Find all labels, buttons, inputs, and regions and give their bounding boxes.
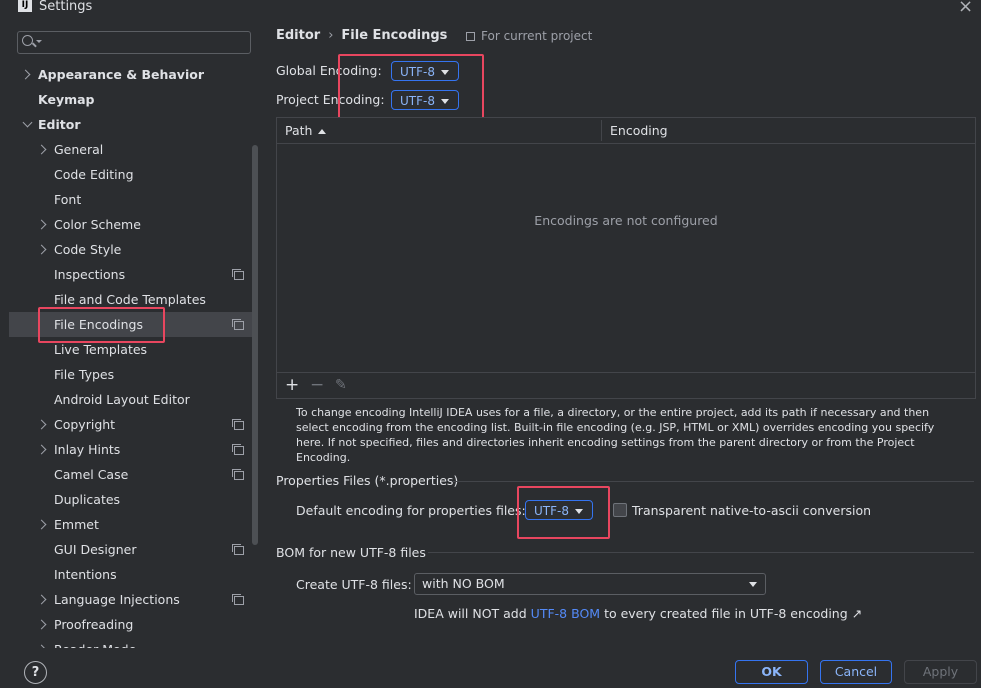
chevron-down-icon bbox=[749, 582, 757, 587]
project-encoding-label: Project Encoding: bbox=[276, 92, 385, 107]
properties-section-title: Properties Files (*.properties) bbox=[276, 473, 459, 488]
sidebar-item-language-injections[interactable]: Language Injections bbox=[0, 587, 258, 612]
chevron-down-icon bbox=[22, 117, 33, 128]
chevron-right-icon bbox=[36, 244, 47, 255]
transparent-conversion-checkbox[interactable] bbox=[613, 503, 627, 517]
transparent-conversion-label[interactable]: Transparent native-to-ascii conversion bbox=[632, 503, 871, 518]
table-header: Path Encoding bbox=[277, 118, 975, 144]
chevron-right-icon bbox=[36, 644, 47, 648]
properties-encoding-dropdown[interactable]: UTF-8 bbox=[525, 500, 593, 520]
sidebar-item-proofreading[interactable]: Proofreading bbox=[0, 612, 258, 637]
breadcrumb: Editor › File Encodings bbox=[276, 28, 447, 43]
project-scope-icon bbox=[466, 32, 475, 41]
search-input[interactable] bbox=[44, 33, 248, 52]
project-scope-icon bbox=[232, 319, 244, 330]
sidebar-item-intentions[interactable]: Intentions bbox=[0, 562, 258, 587]
chevron-right-icon bbox=[36, 419, 47, 430]
column-header-path[interactable]: Path bbox=[285, 118, 327, 143]
section-divider bbox=[452, 481, 974, 482]
project-scope-icon bbox=[232, 419, 244, 430]
sidebar-item-live-templates[interactable]: Live Templates bbox=[0, 337, 258, 362]
sidebar-item-code-style[interactable]: Code Style bbox=[0, 237, 258, 262]
ok-button[interactable]: OK bbox=[735, 660, 808, 684]
search-icon bbox=[22, 35, 33, 46]
project-encoding-dropdown[interactable]: UTF-8 bbox=[391, 90, 459, 110]
add-icon[interactable]: + bbox=[285, 375, 299, 395]
chevron-right-icon bbox=[36, 144, 47, 155]
chevron-right-icon bbox=[36, 619, 47, 630]
title-bar bbox=[0, 0, 981, 18]
scope-note-text: For current project bbox=[481, 29, 593, 43]
sidebar-item-gui-designer[interactable]: GUI Designer bbox=[0, 537, 258, 562]
sidebar-item-editor[interactable]: Editor bbox=[0, 112, 258, 137]
sidebar-item-inspections[interactable]: Inspections bbox=[0, 262, 258, 287]
chevron-right-icon bbox=[20, 69, 31, 80]
chevron-down-icon bbox=[441, 70, 449, 75]
chevron-right-icon bbox=[36, 219, 47, 230]
chevron-down-icon bbox=[441, 99, 449, 104]
encoding-description: To change encoding IntelliJ IDEA uses fo… bbox=[296, 406, 935, 464]
chevron-right-icon bbox=[36, 519, 47, 530]
sidebar-item-font[interactable]: Font bbox=[0, 187, 258, 212]
project-scope-icon bbox=[232, 444, 244, 455]
sidebar-item-emmet[interactable]: Emmet bbox=[0, 512, 258, 537]
sidebar-item-camel-case[interactable]: Camel Case bbox=[0, 462, 258, 487]
table-empty-message: Encodings are not configured bbox=[534, 213, 718, 228]
sort-ascending-icon bbox=[318, 129, 327, 134]
sidebar-item-appearance[interactable]: Appearance & Behavior bbox=[0, 62, 258, 87]
bom-note: IDEA will NOT add UTF-8 BOM to every cre… bbox=[414, 606, 863, 621]
sidebar-item-color-scheme[interactable]: Color Scheme bbox=[0, 212, 258, 237]
sidebar-item-general[interactable]: General bbox=[0, 137, 258, 162]
breadcrumb-parent: Editor bbox=[276, 28, 321, 43]
project-encoding-value: UTF-8 bbox=[400, 94, 435, 108]
sidebar-item-inlay-hints[interactable]: Inlay Hints bbox=[0, 437, 258, 462]
intellij-logo-icon: IJ bbox=[18, 0, 32, 12]
bom-section-title: BOM for new UTF-8 files bbox=[276, 545, 426, 560]
global-encoding-label: Global Encoding: bbox=[276, 63, 382, 78]
remove-icon[interactable]: − bbox=[310, 375, 324, 395]
create-utf8-label: Create UTF-8 files: bbox=[296, 577, 412, 592]
sidebar-item-duplicates[interactable]: Duplicates bbox=[0, 487, 258, 512]
table-toolbar: + − ✎ bbox=[277, 372, 975, 398]
sidebar-item-file-code-templates[interactable]: File and Code Templates bbox=[0, 287, 258, 312]
properties-default-label: Default encoding for properties files: bbox=[296, 503, 526, 518]
properties-encoding-value: UTF-8 bbox=[534, 504, 569, 518]
sidebar-item-file-encodings[interactable]: File Encodings bbox=[9, 312, 258, 337]
project-scope-icon bbox=[232, 544, 244, 555]
help-button[interactable]: ? bbox=[24, 661, 47, 684]
chevron-down-icon bbox=[575, 509, 583, 514]
sidebar-item-file-types[interactable]: File Types bbox=[0, 362, 258, 387]
breadcrumb-separator: › bbox=[328, 28, 334, 43]
chevron-right-icon bbox=[36, 594, 47, 605]
sidebar-scrollbar[interactable] bbox=[252, 145, 258, 545]
sidebar-item-copyright[interactable]: Copyright bbox=[0, 412, 258, 437]
scope-note: For current project bbox=[466, 29, 592, 43]
bom-select-value: with NO BOM bbox=[422, 576, 505, 591]
chevron-right-icon bbox=[36, 444, 47, 455]
column-header-encoding[interactable]: Encoding bbox=[610, 118, 668, 143]
global-encoding-dropdown[interactable]: UTF-8 bbox=[391, 61, 459, 81]
window-title: Settings bbox=[39, 0, 93, 14]
column-divider[interactable] bbox=[601, 120, 602, 141]
project-scope-icon bbox=[232, 469, 244, 480]
bom-select[interactable]: with NO BOM bbox=[414, 573, 766, 595]
project-scope-icon bbox=[232, 269, 244, 280]
apply-button[interactable]: Apply bbox=[904, 660, 977, 684]
sidebar-item-code-editing[interactable]: Code Editing bbox=[0, 162, 258, 187]
sidebar-item-keymap[interactable]: Keymap bbox=[0, 87, 258, 112]
cancel-button[interactable]: Cancel bbox=[820, 660, 892, 684]
chevron-down-icon bbox=[36, 40, 42, 43]
edit-icon[interactable]: ✎ bbox=[335, 375, 347, 395]
utf8-bom-link[interactable]: UTF-8 BOM bbox=[531, 606, 600, 621]
sidebar-item-android-layout-editor[interactable]: Android Layout Editor bbox=[0, 387, 258, 412]
sidebar-item-reader-mode[interactable]: Reader Mode bbox=[0, 637, 258, 648]
project-scope-icon bbox=[232, 594, 244, 605]
breadcrumb-current: File Encodings bbox=[341, 28, 448, 43]
settings-search[interactable] bbox=[17, 31, 251, 54]
close-icon[interactable]: × bbox=[958, 0, 973, 17]
global-encoding-value: UTF-8 bbox=[400, 65, 435, 79]
path-encoding-table: Path Encoding Encodings are not configur… bbox=[276, 117, 976, 399]
section-divider bbox=[428, 552, 974, 553]
